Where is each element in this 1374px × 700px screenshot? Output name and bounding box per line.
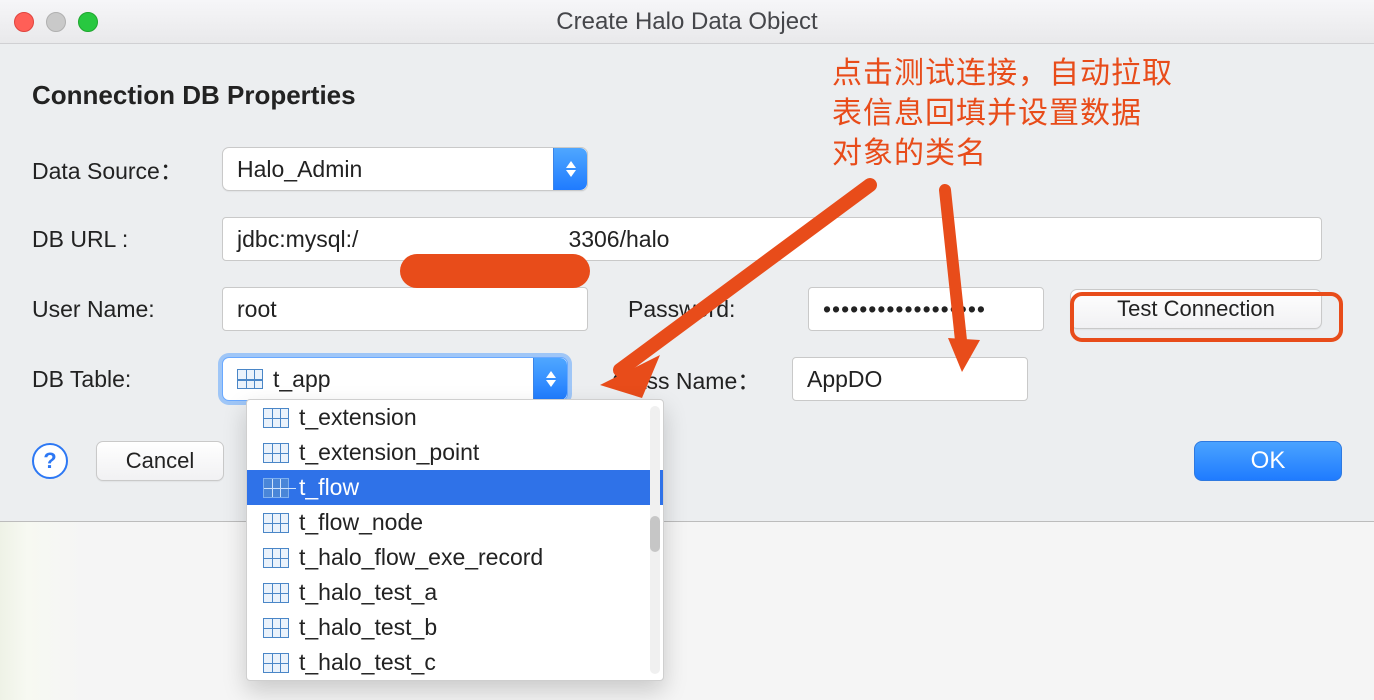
dropdown-scrollbar[interactable]	[650, 406, 660, 674]
dropdown-item[interactable]: t_extension_point	[247, 435, 663, 470]
db-table-dropdown[interactable]: t_extension t_extension_point t_flow t_flow…	[246, 399, 664, 681]
scrollbar-thumb[interactable]	[650, 516, 660, 552]
db-url-suffix: 3306/halo	[568, 226, 669, 253]
chevron-updown-icon[interactable]	[533, 358, 567, 400]
table-icon	[263, 443, 289, 463]
db-url-prefix: jdbc:mysql:/	[237, 226, 358, 253]
table-icon	[263, 618, 289, 638]
minimize-window-icon[interactable]	[46, 12, 66, 32]
annotation-text: 点击测试连接，自动拉取 表信息回填并设置数据 对象的类名	[832, 54, 1173, 174]
table-icon	[263, 513, 289, 533]
dropdown-item-label: t_halo_test_c	[299, 649, 436, 676]
table-icon	[263, 478, 289, 498]
dropdown-item-label: t_halo_test_a	[299, 579, 437, 606]
table-icon	[263, 408, 289, 428]
data-source-combo[interactable]: Halo_Admin	[222, 147, 588, 191]
dropdown-item-label: t_halo_test_b	[299, 614, 437, 641]
dropdown-item-label: t_halo_flow_exe_record	[299, 544, 543, 571]
ok-button[interactable]: OK	[1194, 441, 1342, 481]
dropdown-item[interactable]: t_extension	[247, 400, 663, 435]
label-data-source: Data Source：	[32, 152, 222, 186]
table-icon	[237, 369, 263, 389]
zoom-window-icon[interactable]	[78, 12, 98, 32]
table-icon	[263, 583, 289, 603]
redaction-mark	[400, 254, 590, 288]
user-name-input[interactable]: root	[222, 287, 588, 331]
table-icon	[263, 548, 289, 568]
titlebar: Create Halo Data Object	[0, 0, 1374, 44]
window-title: Create Halo Data Object	[556, 8, 817, 36]
class-name-input[interactable]: AppDO	[792, 357, 1028, 401]
help-button[interactable]: ?	[32, 443, 68, 479]
dropdown-item-label: t_extension	[299, 404, 417, 431]
label-password: Password:	[628, 296, 808, 323]
db-url-input[interactable]: jdbc:mysql:/ 3306/halo	[222, 217, 1322, 261]
dropdown-item-label: t_extension_point	[299, 439, 479, 466]
close-window-icon[interactable]	[14, 12, 34, 32]
label-db-url: DB URL :	[32, 226, 222, 253]
data-source-value: Halo_Admin	[223, 156, 553, 183]
dropdown-item[interactable]: t_flow_node	[247, 505, 663, 540]
dropdown-item[interactable]: t_halo_test_c	[247, 645, 663, 680]
dropdown-item[interactable]: t_halo_flow_exe_record	[247, 540, 663, 575]
label-db-table: DB Table:	[32, 366, 222, 393]
dropdown-item[interactable]: t_flow	[247, 470, 663, 505]
dropdown-item[interactable]: t_halo_test_a	[247, 575, 663, 610]
label-class-name: Class Name：	[612, 362, 792, 396]
password-input[interactable]: ••••••••••••••••••	[808, 287, 1044, 331]
dropdown-item-label: t_flow_node	[299, 509, 423, 536]
label-user-name: User Name:	[32, 296, 222, 323]
chevron-updown-icon[interactable]	[553, 148, 587, 190]
dropdown-item[interactable]: t_halo_test_b	[247, 610, 663, 645]
test-connection-button[interactable]: Test Connection	[1070, 289, 1322, 329]
traffic-lights	[14, 12, 98, 32]
cancel-button[interactable]: Cancel	[96, 441, 224, 481]
dropdown-item-label: t_flow	[299, 474, 359, 501]
table-icon	[263, 653, 289, 673]
db-table-combo[interactable]: t_app	[222, 357, 568, 401]
